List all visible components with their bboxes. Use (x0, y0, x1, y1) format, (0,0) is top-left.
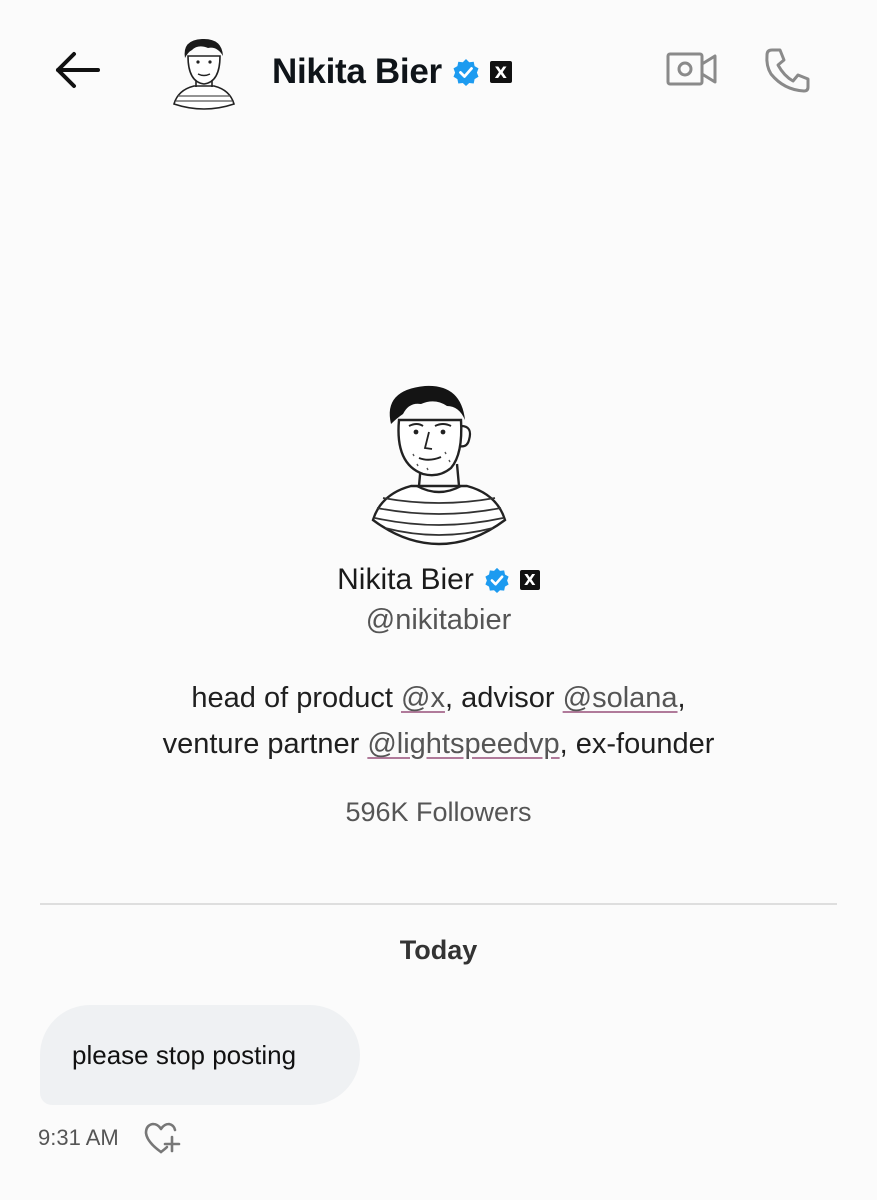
divider (40, 903, 837, 905)
profile-name: Nikita Bier (337, 563, 474, 596)
mention-link-lightspeedvp[interactable]: @lightspeedvp (367, 728, 559, 760)
mention-link-solana[interactable]: @solana (563, 682, 678, 714)
verified-badge-icon (453, 59, 479, 86)
message-timestamp: 9:31 AM (38, 1125, 119, 1150)
bio-line-2: venture partner @lightspeedvp, ex-founde… (59, 721, 819, 767)
profile-avatar[interactable] (369, 380, 509, 548)
bio-text: , ex-founder (559, 728, 715, 760)
phone-call-icon[interactable] (762, 44, 814, 96)
video-call-icon[interactable] (665, 48, 719, 90)
profile-bio: head of product @x, advisor @solana, ven… (59, 675, 819, 767)
header-name-row[interactable]: Nikita Bier X (272, 50, 512, 94)
profile-name-row: Nikita Bier X (0, 560, 877, 600)
bio-text: , (677, 682, 686, 714)
followers-count[interactable]: 596K Followers (345, 797, 531, 828)
mention-link-x[interactable]: @x (401, 682, 445, 714)
verified-badge-icon (485, 567, 509, 593)
x-affiliation-badge: X (519, 570, 540, 590)
conversation-header: Nikita Bier X (0, 0, 877, 140)
bio-text: head of product (191, 682, 401, 714)
message-meta: 9:31 AM (38, 1116, 181, 1160)
profile-handle: @nikitabier (365, 604, 512, 636)
bio-text: , advisor (444, 682, 563, 714)
x-affiliation-badge: X (489, 61, 512, 83)
date-separator: Today (399, 935, 478, 965)
avatar[interactable] (168, 34, 240, 112)
add-reaction-heart-icon[interactable] (141, 1118, 181, 1158)
message-text: please stop posting (72, 1039, 297, 1070)
bio-line-1: head of product @x, advisor @solana, (59, 675, 819, 721)
profile-card: Nikita Bier X @nikitabier head of produc… (0, 380, 877, 828)
header-name: Nikita Bier (272, 52, 442, 91)
received-message-bubble[interactable]: please stop posting (40, 1005, 360, 1105)
bio-text: venture partner (162, 728, 368, 760)
back-arrow-icon[interactable] (52, 48, 104, 92)
